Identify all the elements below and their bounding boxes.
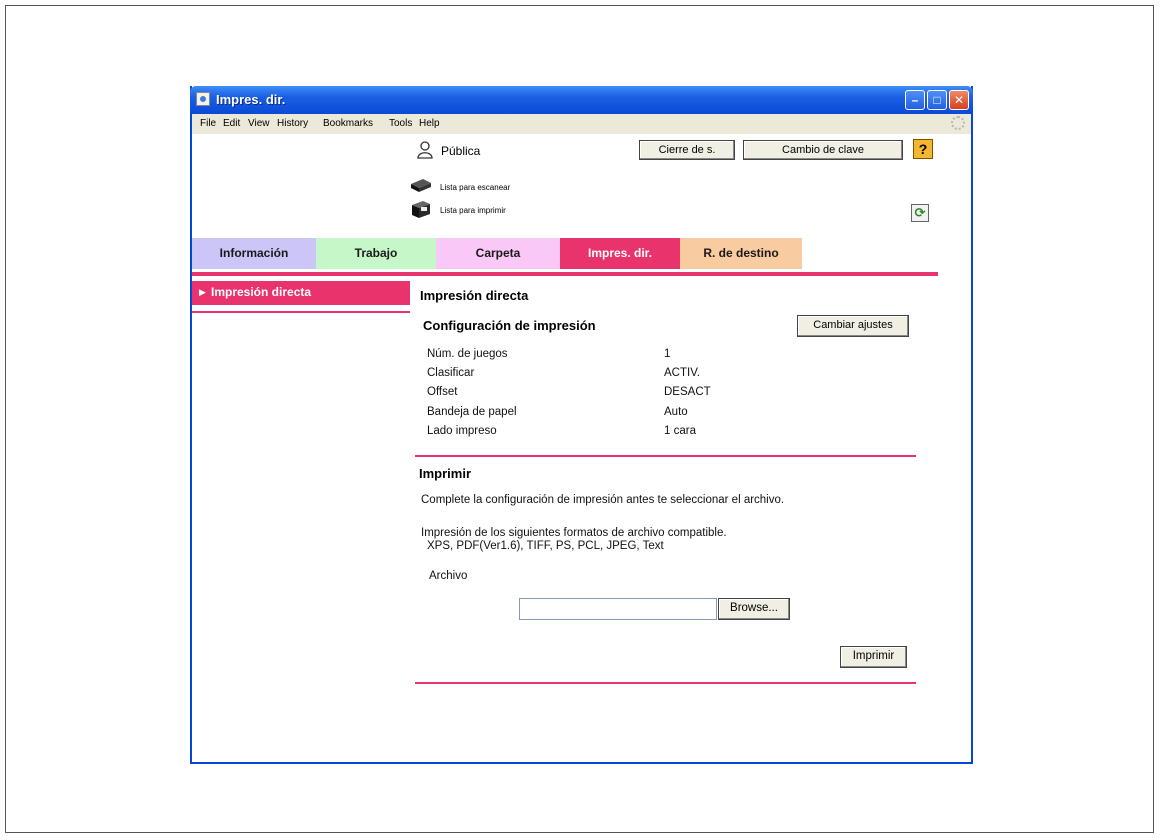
formats-list: XPS, PDF(Ver1.6), TIFF, PS, PCL, JPEG, T… (427, 540, 664, 552)
setting-key-sides: Lado impreso (427, 425, 497, 437)
menu-history[interactable]: History (277, 118, 308, 129)
throbber-icon (951, 116, 965, 130)
arrow-right-icon: ▶ (199, 287, 206, 297)
setting-key-offset: Offset (427, 386, 458, 398)
title-bar: Impres. dir. – □ ✕ (190, 86, 973, 114)
file-path-input[interactable] (519, 598, 717, 620)
browser-icon (196, 92, 210, 106)
refresh-icon[interactable]: ⟳ (911, 204, 929, 222)
sidebar-item-label: Impresión directa (211, 285, 312, 299)
page-title: Impresión directa (420, 288, 529, 303)
menu-tools[interactable]: Tools (389, 118, 412, 129)
menu-edit[interactable]: Edit (223, 118, 240, 129)
bottom-divider (415, 682, 916, 684)
setting-key-sort: Clasificar (427, 367, 475, 379)
browse-button[interactable]: Browse... (718, 598, 790, 620)
minimize-button[interactable]: – (905, 90, 925, 110)
config-heading: Configuración de impresión (423, 318, 596, 333)
user-icon (417, 141, 433, 159)
sidebar-item-impresion-directa[interactable]: ▶ Impresión directa (192, 281, 410, 305)
menu-view[interactable]: View (248, 118, 270, 129)
menu-file[interactable]: File (200, 118, 216, 129)
setting-value-tray: Auto (664, 406, 688, 418)
tab-trabajo[interactable]: Trabajo (316, 238, 436, 269)
maximize-button[interactable]: □ (927, 90, 947, 110)
setting-value-sort: ACTIV. (664, 367, 701, 379)
tab-carpeta[interactable]: Carpeta (436, 238, 560, 269)
scanner-status: Lista para escanear (440, 183, 511, 192)
scanner-icon (411, 179, 431, 192)
sidebar-divider (192, 311, 410, 313)
setting-key-tray: Bandeja de papel (427, 406, 517, 418)
printer-icon (412, 201, 430, 218)
tab-informacion[interactable]: Información (192, 238, 316, 269)
browser-window: Impres. dir. – □ ✕ File Edit View Histor… (190, 86, 973, 764)
print-instructions: Complete la configuración de impresión a… (421, 494, 785, 506)
logout-button[interactable]: Cierre de s. (639, 140, 735, 160)
window-title: Impres. dir. (216, 92, 286, 107)
section-divider (415, 455, 916, 457)
change-password-button[interactable]: Cambio de clave (743, 140, 903, 160)
user-name: Pública (441, 144, 481, 158)
tab-underline (192, 272, 938, 276)
menu-help[interactable]: Help (419, 118, 440, 129)
print-button[interactable]: Imprimir (840, 646, 907, 668)
setting-value-sides: 1 cara (664, 425, 696, 437)
formats-intro: Impresión de los siguientes formatos de … (421, 527, 727, 539)
menu-bar: File Edit View History Bookmarks Tools H… (192, 114, 971, 134)
change-settings-button[interactable]: Cambiar ajustes (797, 315, 909, 337)
setting-value-offset: DESACT (664, 386, 711, 398)
setting-value-copies: 1 (664, 348, 671, 360)
print-heading: Imprimir (419, 466, 472, 481)
help-button[interactable]: ? (913, 139, 933, 159)
file-label: Archivo (429, 570, 468, 582)
close-button[interactable]: ✕ (949, 90, 969, 110)
menu-bookmarks[interactable]: Bookmarks (323, 118, 373, 129)
setting-key-copies: Núm. de juegos (427, 348, 508, 360)
web-content: Pública Cierre de s. Cambio de clave ? L… (192, 134, 971, 762)
tab-impres-dir[interactable]: Impres. dir. (560, 238, 680, 269)
printer-status: Lista para imprimir (440, 206, 506, 215)
tab-r-de-destino[interactable]: R. de destino (680, 238, 802, 269)
